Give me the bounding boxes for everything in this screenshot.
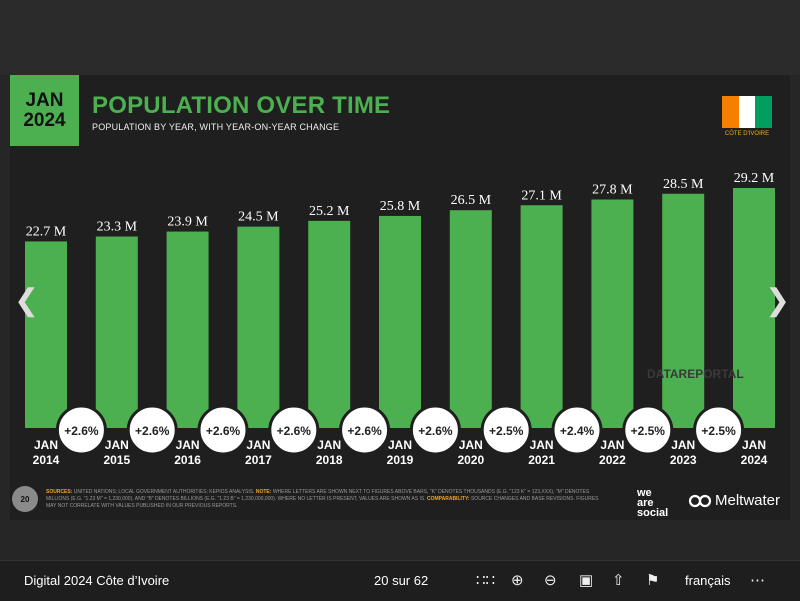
- change-label: +2.6%: [347, 424, 382, 438]
- bar: [520, 205, 563, 428]
- viewer-top-bar: [0, 0, 800, 75]
- x-tick-label-month: JAN: [459, 438, 483, 452]
- change-label: +2.6%: [206, 424, 241, 438]
- brand1-line3: social: [637, 507, 669, 519]
- chevron-left-icon[interactable]: ❮: [14, 283, 39, 318]
- x-tick-label-year: 2017: [245, 453, 272, 467]
- bar: [25, 241, 67, 428]
- language-selector[interactable]: français: [685, 573, 731, 588]
- meltwater-name: Meltwater: [715, 492, 781, 509]
- bar-value-label: 26.5 M: [451, 193, 492, 208]
- x-tick-label-year: 2019: [387, 453, 414, 467]
- sources-text: UNITED NATIONS; LOCAL GOVERNMENT AUTHORI…: [73, 489, 255, 495]
- x-tick-label-year: 2024: [741, 453, 768, 467]
- meltwater-icon: [688, 494, 712, 507]
- x-tick-label-year: 2023: [670, 453, 697, 467]
- x-tick-label-month: JAN: [176, 438, 200, 452]
- bar-value-label: 27.1 M: [521, 188, 562, 203]
- share-icon[interactable]: ⇧: [612, 571, 625, 589]
- population-chart: 22.7 MJAN201423.3 MJAN201523.9 MJAN20162…: [25, 171, 775, 467]
- x-tick-label-year: 2018: [316, 453, 343, 467]
- comparability-label: COMPARABILITY:: [426, 496, 470, 502]
- bar: [237, 226, 280, 428]
- bar-value-label: 22.7 M: [26, 224, 67, 239]
- bar-value-label: 25.8 M: [380, 199, 421, 214]
- footer-notes: SOURCES: UNITED NATIONS; LOCAL GOVERNMEN…: [46, 489, 606, 510]
- sources-label: SOURCES:: [46, 489, 73, 495]
- change-label: +2.6%: [277, 424, 312, 438]
- bar: [662, 193, 705, 428]
- slide: JAN 2024 POPULATION OVER TIME POPULATION…: [10, 75, 790, 520]
- x-tick-label-month: JAN: [530, 438, 554, 452]
- more-icon[interactable]: ⋯: [750, 571, 765, 589]
- x-tick-label-month: JAN: [105, 438, 129, 452]
- x-tick-label-year: 2020: [457, 453, 484, 467]
- change-label: +2.5%: [489, 424, 524, 438]
- datareportal-watermark: DATAREPORTAL: [647, 367, 744, 381]
- chevron-right-icon[interactable]: ❯: [765, 283, 790, 318]
- bar: [379, 215, 421, 428]
- x-tick-label-month: JAN: [742, 438, 766, 452]
- bar-value-label: 23.3 M: [97, 219, 138, 234]
- bar: [449, 210, 492, 428]
- change-label: +2.6%: [64, 424, 99, 438]
- bar: [166, 231, 209, 428]
- x-tick-label-month: JAN: [34, 438, 58, 452]
- flag-report-icon[interactable]: ⚑: [646, 571, 659, 589]
- bar-value-label: 25.2 M: [309, 204, 350, 219]
- bar: [591, 199, 634, 428]
- x-tick-label-month: JAN: [246, 438, 270, 452]
- bar: [95, 236, 138, 428]
- document-title: Digital 2024 Côte d’Ivoire: [24, 573, 170, 588]
- x-tick-label-month: JAN: [388, 438, 412, 452]
- change-label: +2.5%: [701, 424, 736, 438]
- x-tick-label-year: 2022: [599, 453, 626, 467]
- grid-icon[interactable]: ∷∷: [476, 571, 495, 589]
- bar-value-label: 23.9 M: [167, 215, 208, 230]
- x-tick-label-month: JAN: [671, 438, 695, 452]
- x-tick-label-year: 2016: [174, 453, 201, 467]
- x-tick-label-month: JAN: [317, 438, 341, 452]
- we-are-social-logo: we are social: [637, 488, 669, 519]
- bar-value-label: 27.8 M: [592, 183, 633, 198]
- x-tick-label-year: 2015: [103, 453, 130, 467]
- change-label: +2.4%: [560, 424, 595, 438]
- viewer-toolbar: Digital 2024 Côte d’Ivoire 20 sur 62 ∷∷ …: [0, 560, 800, 601]
- page-counter: 20 sur 62: [374, 573, 429, 588]
- bar: [308, 220, 351, 428]
- bar-value-label: 28.5 M: [663, 177, 704, 192]
- x-tick-label-month: JAN: [600, 438, 624, 452]
- change-label: +2.6%: [135, 424, 170, 438]
- note-label: NOTE:: [255, 489, 272, 495]
- change-label: +2.6%: [418, 424, 453, 438]
- slide-number: 20: [12, 486, 38, 512]
- bar-value-label: 24.5 M: [238, 210, 279, 225]
- fullscreen-icon[interactable]: ▣: [579, 571, 593, 589]
- x-tick-label-year: 2021: [528, 453, 555, 467]
- change-label: +2.5%: [631, 424, 666, 438]
- meltwater-logo: Meltwater: [688, 492, 780, 509]
- zoom-out-icon[interactable]: ⊖: [544, 571, 557, 589]
- x-tick-label-year: 2014: [33, 453, 60, 467]
- zoom-in-icon[interactable]: ⊕: [511, 571, 524, 589]
- bar-value-label: 29.2 M: [734, 171, 775, 186]
